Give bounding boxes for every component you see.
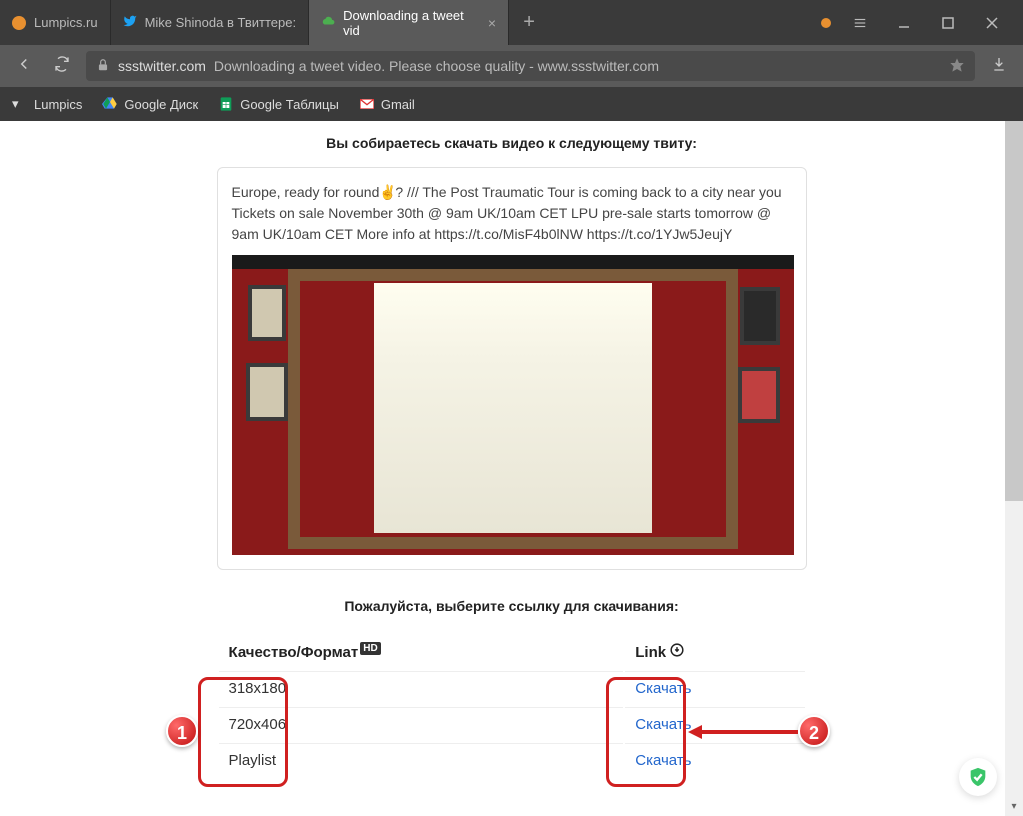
bookmark-gmail[interactable]: Gmail: [359, 96, 415, 112]
bookmark-label: Google Диск: [124, 97, 198, 112]
table-row: Playlist Скачать: [219, 743, 805, 777]
bookmark-label: Lumpics: [34, 97, 82, 112]
bookmark-label: Google Таблицы: [240, 97, 339, 112]
tab-lumpics[interactable]: Lumpics.ru: [0, 0, 111, 45]
minimize-button[interactable]: [889, 17, 919, 29]
reload-button[interactable]: [48, 56, 76, 77]
titlebar: Lumpics.ru Mike Shinoda в Твиттере: Down…: [0, 0, 1023, 45]
download-indicator-icon[interactable]: [985, 56, 1013, 77]
hand-emoji: ✌️: [379, 182, 395, 203]
close-icon[interactable]: ×: [488, 15, 496, 31]
annotation-number-1: 1: [166, 715, 198, 747]
twitter-icon: [123, 14, 137, 31]
address-bar: ssstwitter.com Downloading a tweet video…: [0, 45, 1023, 87]
scrollbar-down-icon[interactable]: ▾: [1005, 798, 1023, 816]
page-content: Вы собираетесь скачать видео к следующем…: [0, 121, 1023, 816]
scrollbar[interactable]: ▾: [1005, 121, 1023, 816]
chevron-down-icon: ▾: [12, 96, 28, 112]
window-controls: [805, 0, 1023, 45]
extension-icon[interactable]: [821, 18, 831, 28]
lock-icon: [96, 58, 110, 75]
annotation-number-2: 2: [798, 715, 830, 747]
bookmark-google-drive[interactable]: Google Диск: [102, 96, 198, 112]
bookmark-google-sheets[interactable]: Google Таблицы: [218, 96, 339, 112]
tweet-image: [232, 255, 794, 555]
adblock-shield-icon[interactable]: [959, 758, 997, 796]
download-subheading: Пожалуйста, выберите ссылку для скачиван…: [0, 598, 1023, 614]
tweet-text: Europe, ready for round✌️? /// The Post …: [232, 184, 782, 242]
download-table: Качество/ФорматHD Link 318x180 Скачать 7…: [217, 632, 807, 779]
back-button[interactable]: [10, 55, 38, 78]
new-tab-button[interactable]: +: [509, 0, 549, 45]
quality-cell: 720x406: [219, 707, 624, 741]
quality-cell: Playlist: [219, 743, 624, 777]
tab-ssstwitter[interactable]: Downloading a tweet vid ×: [309, 0, 509, 45]
hd-badge-icon: HD: [360, 642, 380, 655]
download-link[interactable]: Скачать: [635, 752, 691, 769]
col-quality: Качество/ФорматHD: [219, 634, 624, 669]
url-domain: ssstwitter.com: [118, 58, 206, 74]
quality-cell: 318x180: [219, 671, 624, 705]
bookmarks-bar: ▾ Lumpics Google Диск Google Таблицы Gma…: [0, 87, 1023, 121]
annotation-arrow: [688, 722, 798, 742]
download-icon: [670, 644, 684, 661]
download-link[interactable]: Скачать: [635, 680, 691, 697]
tweet-card: Europe, ready for round✌️? /// The Post …: [217, 167, 807, 570]
tab-label: Lumpics.ru: [34, 15, 98, 30]
table-row: 318x180 Скачать: [219, 671, 805, 705]
sheets-icon: [218, 96, 234, 112]
bookmark-star-icon[interactable]: [949, 57, 965, 76]
url-title: Downloading a tweet video. Please choose…: [214, 58, 659, 74]
scrollbar-thumb[interactable]: [1005, 121, 1023, 501]
drive-icon: [102, 96, 118, 112]
bookmark-lumpics[interactable]: ▾ Lumpics: [12, 96, 82, 112]
gmail-icon: [359, 96, 375, 112]
download-link[interactable]: Скачать: [635, 716, 691, 733]
maximize-button[interactable]: [933, 17, 963, 29]
tab-label: Mike Shinoda в Твиттере:: [145, 15, 297, 30]
col-link: Link: [625, 634, 804, 669]
close-button[interactable]: [977, 17, 1007, 29]
page-heading: Вы собираетесь скачать видео к следующем…: [0, 135, 1023, 151]
favicon-orange: [12, 16, 26, 30]
url-field[interactable]: ssstwitter.com Downloading a tweet video…: [86, 51, 975, 81]
cloud-icon: [321, 14, 335, 31]
menu-icon[interactable]: [845, 16, 875, 30]
tab-twitter[interactable]: Mike Shinoda в Твиттере:: [111, 0, 310, 45]
bookmark-label: Gmail: [381, 97, 415, 112]
tab-label: Downloading a tweet vid: [343, 8, 480, 38]
